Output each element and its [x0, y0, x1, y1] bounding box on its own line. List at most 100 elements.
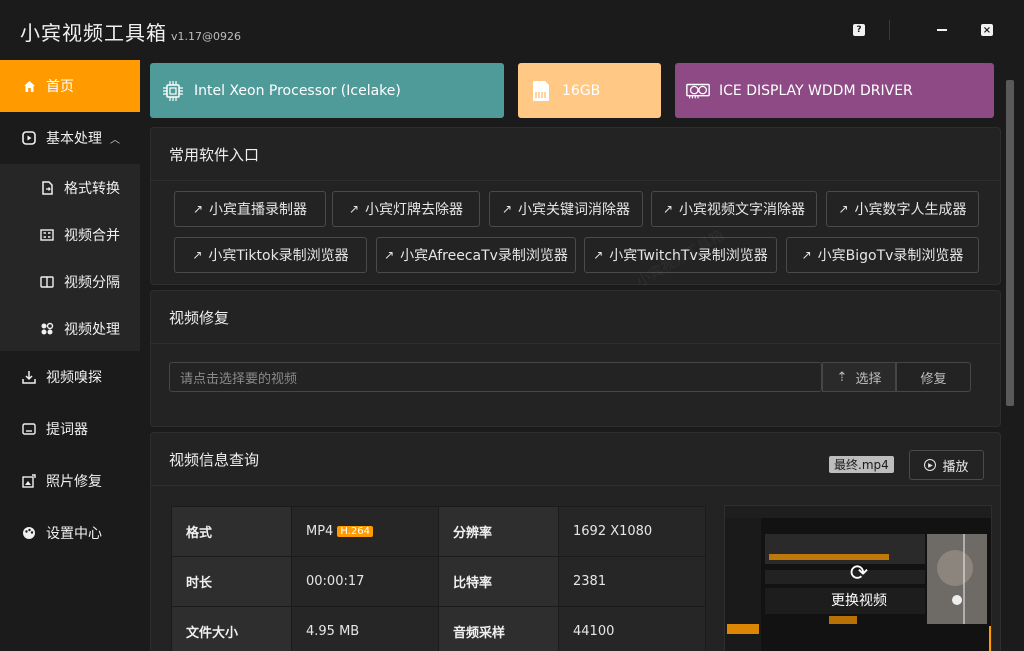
software-link-button[interactable]: ↗ 小宾关键词消除器 [489, 191, 643, 227]
gpu-label: ICE DISPLAY WDDM DRIVER [719, 82, 913, 99]
merge-icon [40, 228, 54, 242]
scrollbar-thumb[interactable] [1006, 80, 1014, 406]
sidebar-item-label: 视频处理 [64, 321, 120, 338]
sidebar-item-basic[interactable]: 基本处理 ︿ [0, 112, 140, 164]
sidebar-item-label: 格式转换 [64, 180, 120, 197]
app-name: 小宾视频工具箱 [20, 21, 167, 45]
info-value: 2381 [558, 556, 706, 607]
choose-file-button[interactable]: ⇡ 选择 [822, 362, 896, 392]
software-link-label: 小宾TwitchTv录制浏览器 [609, 248, 768, 264]
sidebar-item-label: 视频分隔 [64, 274, 120, 291]
software-link-label: 小宾灯牌去除器 [365, 202, 464, 218]
title-divider [889, 20, 890, 40]
cpu-label: Intel Xeon Processor (Icelake) [194, 82, 401, 99]
software-link-label: 小宾关键词消除器 [518, 202, 631, 218]
file-name-tag: 最终.mp4 [829, 456, 894, 473]
info-value: 4.95 MB [291, 606, 439, 651]
sidebar-item-merge[interactable]: 视频合并 [0, 211, 140, 258]
codec-badge: H.264 [337, 526, 373, 537]
sidebar-item-label: 提词器 [46, 422, 88, 438]
choose-label: 选择 [855, 371, 882, 387]
app-window: 小宾视频工具箱 v1.17@0926 ? × 首页 基本处理 ︿ 格式转换 视频合… [0, 0, 1024, 651]
sidebar: 首页 基本处理 ︿ 格式转换 视频合并 视频分隔 视频处理 视频嗅探 提词器 照… [0, 60, 140, 651]
sidebar-submenu: 格式转换 视频合并 视频分隔 视频处理 [0, 164, 140, 351]
sidebar-item-sniff[interactable]: 视频嗅探 [0, 351, 140, 403]
format-value: MP4 [306, 524, 334, 539]
cpu-card: Intel Xeon Processor (Icelake) [150, 63, 504, 118]
sidebar-item-process[interactable]: 视频处理 [0, 305, 140, 352]
sidebar-item-teleprompter[interactable]: 提词器 [0, 403, 140, 455]
external-link-icon: ↗ [192, 248, 203, 262]
main-content: Intel Xeon Processor (Icelake) 16GB ICE … [140, 60, 1004, 651]
software-link-button[interactable]: ↗ 小宾视频文字消除器 [651, 191, 817, 227]
play-button[interactable]: ▶ 播放 [909, 450, 984, 480]
info-value: 1692 X1080 [558, 506, 706, 557]
play-box-icon [22, 131, 36, 145]
software-link-button[interactable]: ↗ 小宾TwitchTv录制浏览器 [584, 237, 777, 273]
info-value: MP4 H.264 [291, 506, 439, 557]
change-video-overlay[interactable]: ⟳ 更换视频 [725, 506, 991, 651]
external-link-icon: ↗ [593, 248, 604, 262]
software-link-button[interactable]: ↗ 小宾Tiktok录制浏览器 [174, 237, 367, 273]
download-icon [22, 370, 36, 384]
software-link-button[interactable]: ↗ 小宾数字人生成器 [826, 191, 979, 227]
app-version: v1.17@0926 [171, 30, 241, 43]
software-panel-title: 常用软件入口 [151, 128, 1000, 181]
sidebar-item-format-convert[interactable]: 格式转换 [0, 164, 140, 211]
table-row: 格式 MP4 H.264 分辨率 1692 X1080 [171, 506, 706, 557]
settings-icon [22, 526, 36, 540]
sidebar-item-label: 首页 [46, 79, 74, 95]
play-label: 播放 [942, 459, 969, 475]
minimize-button[interactable] [934, 22, 950, 38]
repair-button[interactable]: 修复 [896, 362, 971, 392]
software-link-label: 小宾Tiktok录制浏览器 [208, 248, 349, 264]
sidebar-item-label: 设置中心 [46, 526, 102, 542]
video-file-input[interactable]: 请点击选择要的视频 [169, 362, 822, 392]
external-link-icon: ↗ [838, 202, 849, 216]
sidebar-item-label: 视频合并 [64, 227, 120, 244]
repair-panel-title: 视频修复 [151, 291, 1000, 344]
video-preview[interactable]: ⟳ 更换视频 [724, 505, 992, 651]
sidebar-item-label: 基本处理 [46, 131, 102, 147]
software-link-button[interactable]: ↗ 小宾直播录制器 [174, 191, 326, 227]
sidebar-item-photo-repair[interactable]: 照片修复 [0, 455, 140, 507]
help-button[interactable]: ? [851, 22, 867, 38]
home-icon [22, 79, 36, 93]
software-link-button[interactable]: ↗ 小宾灯牌去除器 [332, 191, 480, 227]
software-link-button[interactable]: ↗ 小宾BigoTv录制浏览器 [786, 237, 979, 273]
memory-label: 16GB [562, 82, 601, 99]
title-bar: 小宾视频工具箱 v1.17@0926 ? × [0, 0, 1024, 60]
sidebar-item-label: 照片修复 [46, 474, 102, 490]
video-info-panel: 视频信息查询 最终.mp4 ▶ 播放 格式 MP4 H.264 分辨率 1692 X… [150, 432, 1001, 651]
sidebar-item-settings[interactable]: 设置中心 [0, 507, 140, 559]
teleprompter-icon [22, 422, 36, 436]
external-link-icon: ↗ [662, 202, 674, 216]
memory-icon [528, 78, 554, 104]
software-link-label: 小宾视频文字消除器 [679, 202, 806, 218]
software-panel: 常用软件入口 ↗ 小宾直播录制器 ↗ 小宾灯牌去除器 ↗ 小宾关键词消除器 ↗ 小宾视频… [150, 127, 1001, 290]
gpu-icon [685, 78, 711, 104]
play-icon: ▶ [924, 459, 937, 471]
sidebar-item-home[interactable]: 首页 [0, 60, 140, 112]
software-link-label: 小宾AfreecaTv录制浏览器 [400, 248, 568, 264]
refresh-icon: ⟳ [849, 560, 869, 586]
repair-panel: 视频修复 请点击选择要的视频 ⇡ 选择 修复 [150, 290, 1001, 427]
video-info-table: 格式 MP4 H.264 分辨率 1692 X1080 时长 00:00:17 比… [171, 506, 706, 651]
info-key: 文件大小 [171, 606, 292, 651]
external-link-icon: ↗ [801, 248, 812, 262]
close-icon: × [981, 24, 993, 36]
external-link-icon: ↗ [384, 248, 395, 262]
memory-card: 16GB [518, 63, 661, 118]
sidebar-item-split[interactable]: 视频分隔 [0, 258, 140, 305]
file-convert-icon [40, 180, 54, 195]
external-link-icon: ↗ [501, 202, 513, 216]
external-link-icon: ↗ [348, 202, 360, 216]
table-row: 时长 00:00:17 比特率 2381 [171, 556, 706, 607]
close-button[interactable]: × [979, 22, 995, 38]
help-icon: ? [853, 24, 865, 36]
info-value: 00:00:17 [291, 556, 439, 607]
info-key: 时长 [171, 556, 292, 607]
software-link-button[interactable]: ↗ 小宾AfreecaTv录制浏览器 [376, 237, 576, 273]
process-icon [40, 322, 54, 336]
chevron-up-icon: ︿ [110, 134, 120, 146]
